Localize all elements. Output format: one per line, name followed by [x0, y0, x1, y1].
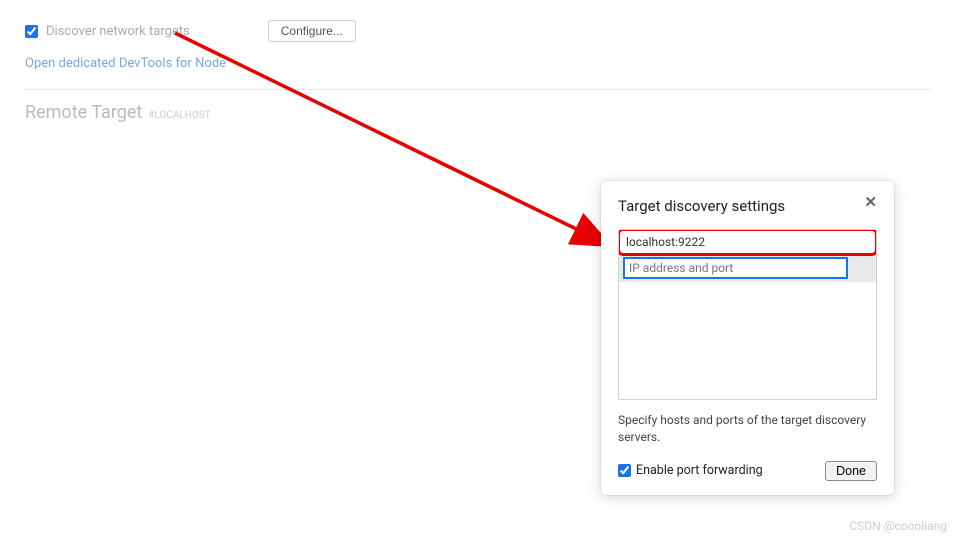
host-list: localhost:9222	[618, 229, 877, 400]
watermark: CSDN @coooliang	[849, 519, 947, 533]
discover-label: Discover network targets	[46, 24, 190, 39]
remote-target-heading: Remote Target #LOCALHOST	[25, 102, 932, 123]
host-input-row	[619, 254, 876, 282]
port-forwarding-input[interactable]	[618, 464, 631, 477]
port-forwarding-checkbox[interactable]: Enable port forwarding	[618, 463, 763, 478]
remote-target-title: Remote Target	[25, 102, 142, 123]
host-input[interactable]	[623, 257, 848, 279]
done-button[interactable]: Done	[825, 461, 877, 481]
section-divider	[25, 89, 932, 90]
discover-checkbox-input[interactable]	[25, 25, 38, 38]
host-entry[interactable]: localhost:9222	[618, 229, 877, 256]
port-forwarding-label: Enable port forwarding	[636, 463, 763, 478]
remote-target-sub: #LOCALHOST	[148, 110, 210, 121]
dialog-description: Specify hosts and ports of the target di…	[618, 412, 877, 447]
dialog-title: Target discovery settings	[618, 197, 785, 215]
configure-button[interactable]: Configure...	[268, 20, 356, 42]
target-discovery-dialog: Target discovery settings ✕ localhost:92…	[601, 181, 894, 495]
close-icon[interactable]: ✕	[864, 195, 877, 210]
discover-network-targets-checkbox[interactable]: Discover network targets	[25, 24, 190, 39]
open-devtools-node-link[interactable]: Open dedicated DevTools for Node	[25, 56, 226, 71]
